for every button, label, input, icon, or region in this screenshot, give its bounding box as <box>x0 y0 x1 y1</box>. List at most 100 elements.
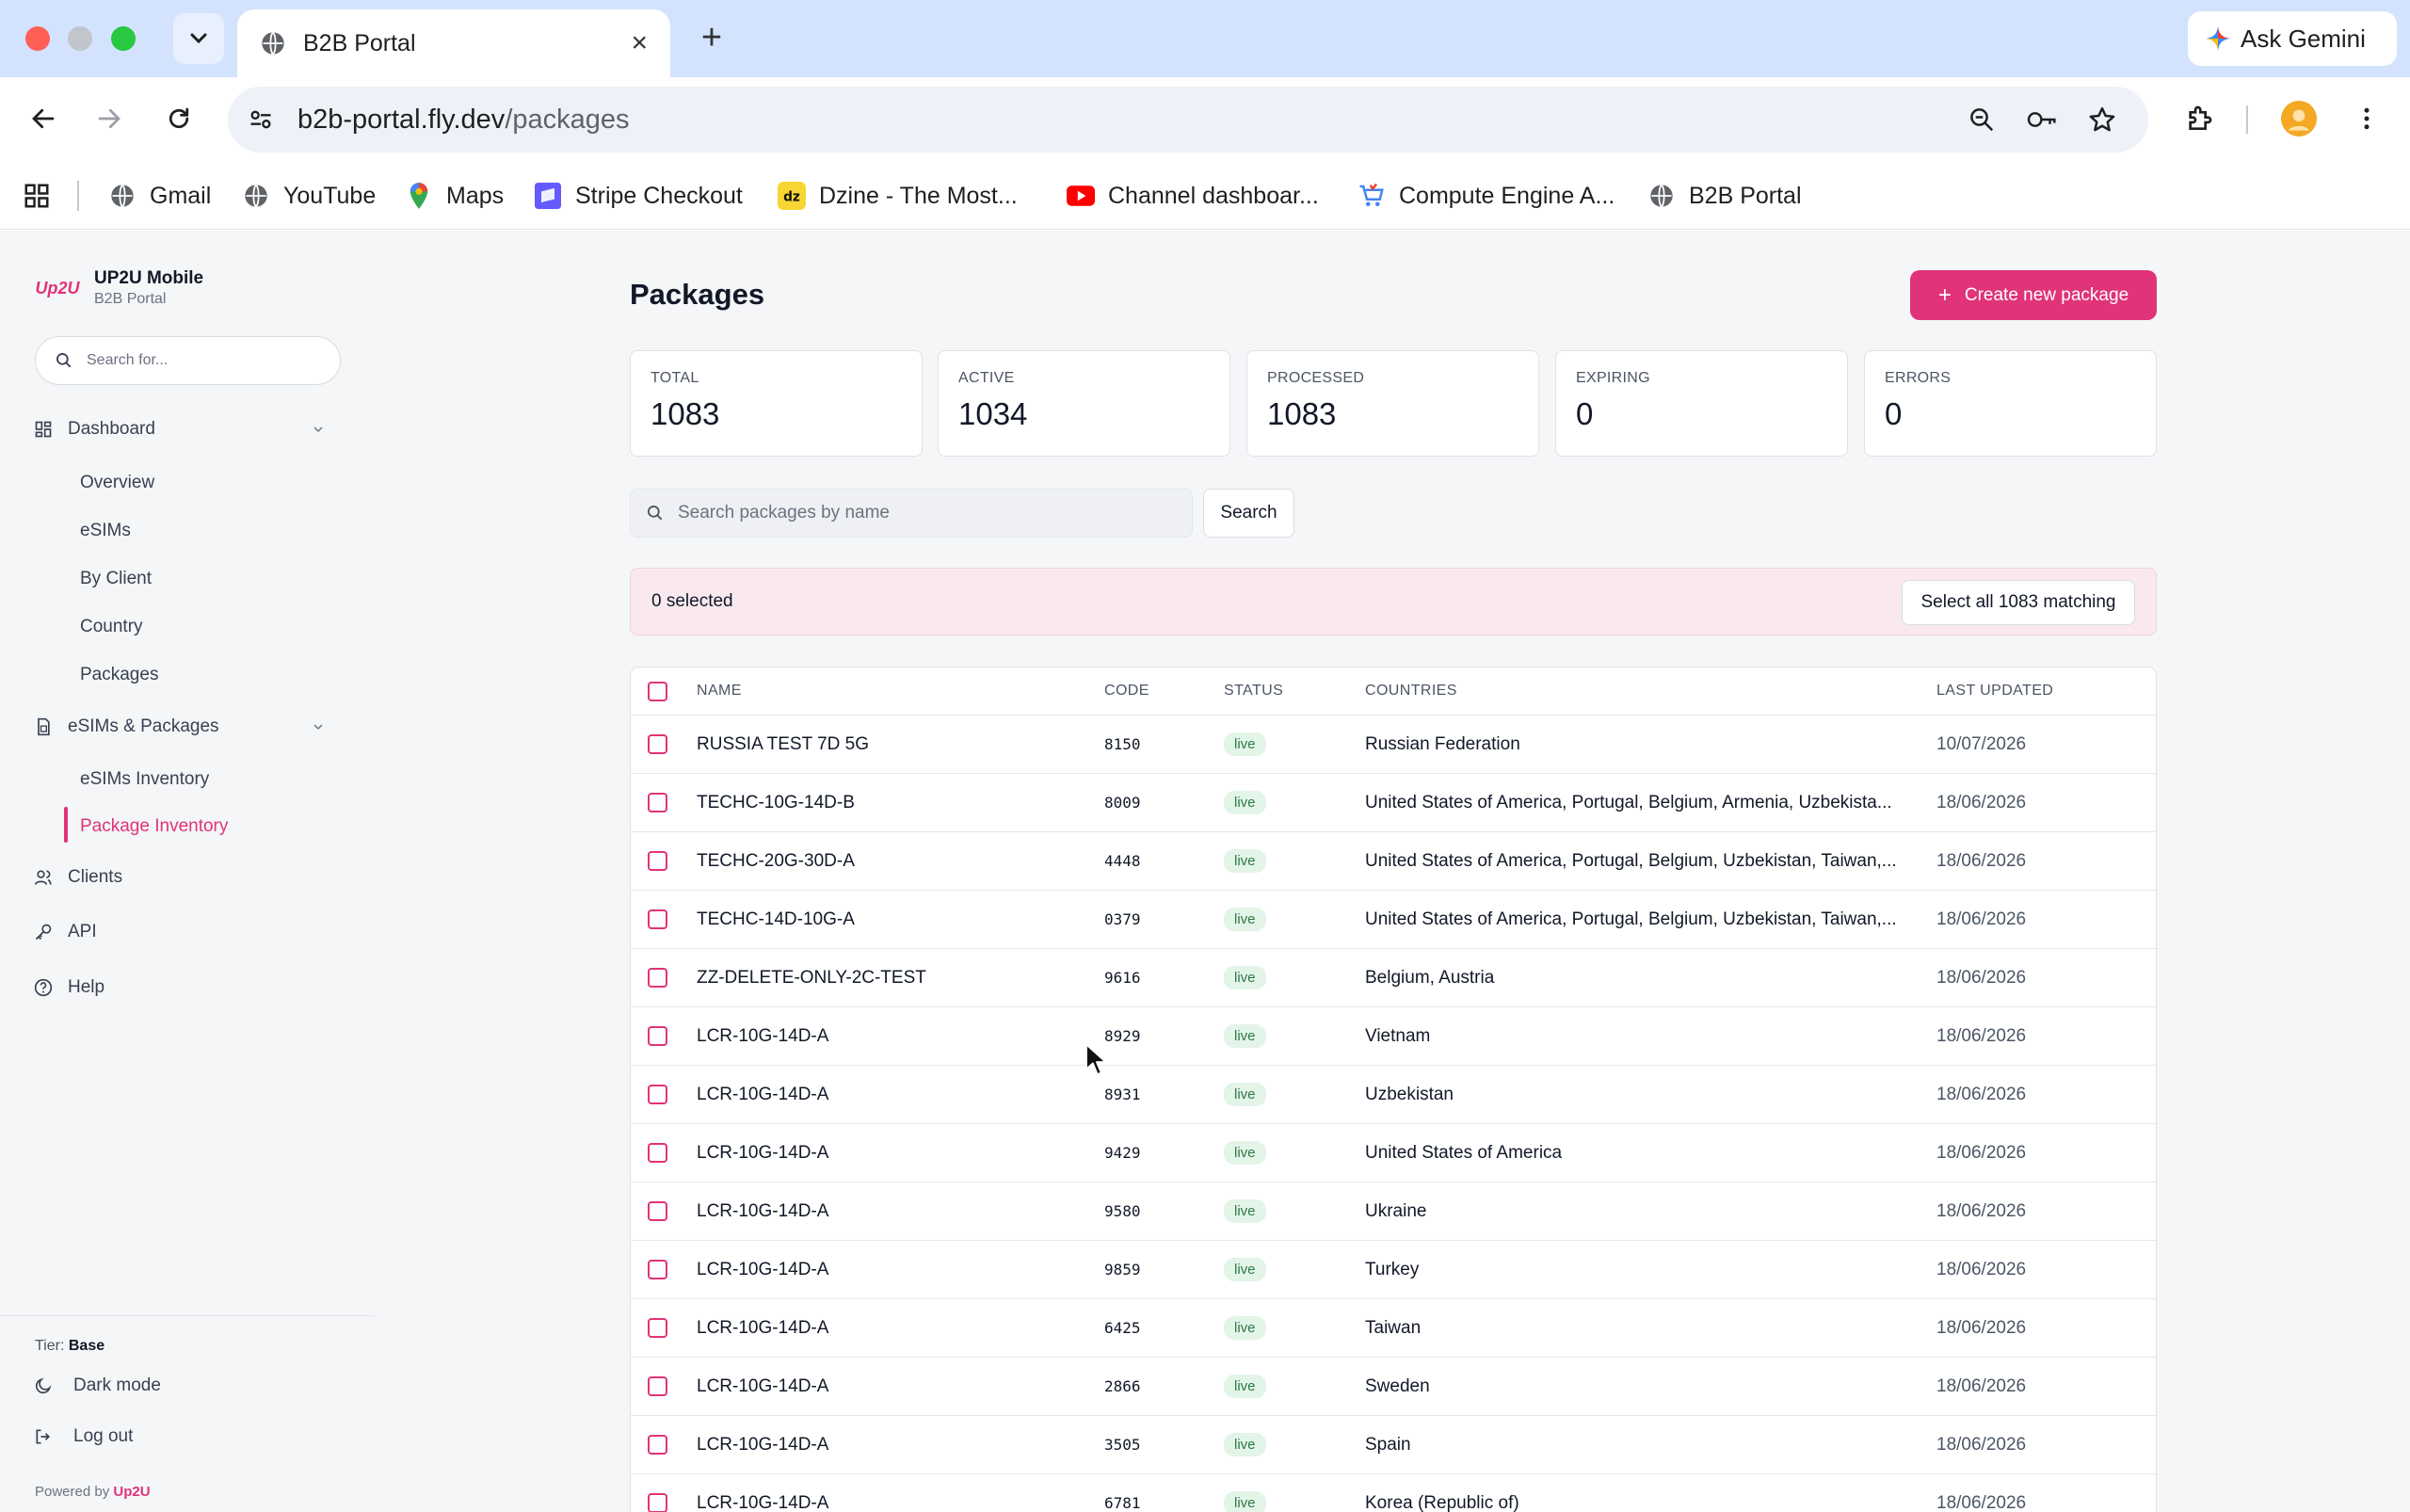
tab-close-icon[interactable]: × <box>631 29 648 57</box>
row-checkbox[interactable] <box>648 832 670 890</box>
column-header-code[interactable]: CODE <box>1104 668 1180 715</box>
profile-avatar[interactable] <box>2278 98 2320 139</box>
countries-cell: Turkey <box>1365 1241 1904 1298</box>
table-row[interactable]: TECHC-14D-10G-A 0379 live United States … <box>631 890 2156 948</box>
table-row[interactable]: LCR-10G-14D-A 3505 live Spain 18/06/2026 <box>631 1415 2156 1473</box>
row-checkbox[interactable] <box>648 1299 670 1357</box>
bookmark-b2b-portal[interactable]: B2B Portal <box>1647 179 1802 213</box>
table-row[interactable]: LCR-10G-14D-A 9859 live Turkey 18/06/202… <box>631 1240 2156 1298</box>
bookmark-star-icon[interactable] <box>2084 102 2120 137</box>
brand[interactable]: Up2U UP2U Mobile B2B Portal <box>34 268 203 308</box>
back-button[interactable] <box>23 98 64 139</box>
window-maximize-button[interactable] <box>111 26 136 51</box>
column-header-last-updated[interactable]: LAST UPDATED <box>1936 668 2125 715</box>
select-all-checkbox[interactable] <box>648 668 670 715</box>
sidebar-item-api[interactable]: API <box>34 922 326 942</box>
package-name: LCR-10G-14D-A <box>697 1434 829 1455</box>
new-tab-button[interactable]: + <box>693 18 731 57</box>
reload-button[interactable] <box>158 98 200 139</box>
table-row[interactable]: LCR-10G-14D-A 2866 live Sweden 18/06/202… <box>631 1357 2156 1415</box>
sidebar-group-dashboard[interactable]: Dashboard <box>34 419 326 440</box>
bookmark-compute-engine[interactable]: Compute Engine A... <box>1358 179 1615 213</box>
bookmarks-divider <box>77 181 79 211</box>
table-row[interactable]: TECHC-20G-30D-A 4448 live United States … <box>631 831 2156 890</box>
status-badge: live <box>1224 1083 1266 1106</box>
create-package-button[interactable]: + Create new package <box>1910 270 2157 320</box>
stat-value: 0 <box>1885 396 1903 431</box>
bookmark-maps[interactable]: Maps <box>405 179 504 213</box>
sidebar-divider <box>0 1315 375 1316</box>
apps-grid-button[interactable] <box>23 179 51 213</box>
row-checkbox[interactable] <box>648 1241 670 1298</box>
sidebar-item-country[interactable]: Country <box>80 617 143 637</box>
extensions-icon[interactable] <box>2178 98 2220 139</box>
browser-menu-icon[interactable] <box>2346 98 2387 139</box>
row-checkbox[interactable] <box>648 1124 670 1182</box>
row-checkbox[interactable] <box>648 1066 670 1123</box>
package-name: ZZ-DELETE-ONLY-2C-TEST <box>697 967 926 988</box>
browser-tab-active[interactable]: B2B Portal × <box>237 9 670 77</box>
package-search-input[interactable]: Search packages by name <box>630 489 1193 538</box>
column-header-countries[interactable]: COUNTRIES <box>1365 668 1904 715</box>
sidebar-item-clients[interactable]: Clients <box>34 867 326 888</box>
zoom-icon[interactable] <box>1964 102 2000 137</box>
bookmark-dzine[interactable]: dz Dzine - The Most... <box>778 179 1018 213</box>
package-countries: United States of America <box>1365 1142 1563 1163</box>
site-settings-icon[interactable] <box>243 102 279 137</box>
row-checkbox[interactable] <box>648 1007 670 1065</box>
row-checkbox[interactable] <box>648 1416 670 1473</box>
bookmark-channel-dashboard[interactable]: Channel dashboar... <box>1067 179 1319 213</box>
package-code: 8009 <box>1104 794 1141 812</box>
sidebar-item-overview[interactable]: Overview <box>80 473 154 493</box>
globe-icon <box>1647 182 1676 210</box>
bookmark-stripe-checkout[interactable]: Stripe Checkout <box>534 179 743 213</box>
table-row[interactable]: TECHC-10G-14D-B 8009 live United States … <box>631 773 2156 831</box>
sidebar-item-help[interactable]: Help <box>34 977 326 998</box>
sidebar-item-package-inventory[interactable]: Package Inventory <box>80 816 228 837</box>
row-checkbox[interactable] <box>648 891 670 948</box>
row-checkbox[interactable] <box>648 1182 670 1240</box>
window-minimize-button[interactable] <box>68 26 92 51</box>
column-header-name[interactable]: NAME <box>697 668 1073 715</box>
sidebar-item-esims[interactable]: eSIMs <box>80 521 131 541</box>
row-checkbox[interactable] <box>648 774 670 831</box>
status-badge: live <box>1224 1141 1266 1165</box>
password-key-icon[interactable] <box>2024 102 2060 137</box>
logout-button[interactable]: Log out <box>34 1426 133 1447</box>
table-row[interactable]: RUSSIA TEST 7D 5G 8150 live Russian Fede… <box>631 715 2156 773</box>
sidebar-item-packages[interactable]: Packages <box>80 665 158 685</box>
dark-mode-toggle[interactable]: Dark mode <box>34 1375 161 1396</box>
row-checkbox[interactable] <box>648 1358 670 1415</box>
search-button[interactable]: Search <box>1203 489 1294 538</box>
sidebar-group-esims-packages[interactable]: eSIMs & Packages <box>34 716 326 737</box>
last-updated: 18/06/2026 <box>1936 967 2027 988</box>
bookmark-youtube[interactable]: YouTube <box>242 179 376 213</box>
table-row[interactable]: ZZ-DELETE-ONLY-2C-TEST 9616 live Belgium… <box>631 948 2156 1006</box>
ask-gemini-button[interactable]: Ask Gemini <box>2188 11 2397 66</box>
column-header-status[interactable]: STATUS <box>1224 668 1337 715</box>
bookmark-gmail[interactable]: Gmail <box>108 179 211 213</box>
stat-card-errors: ERRORS 0 <box>1864 350 2157 457</box>
forward-button[interactable] <box>88 98 130 139</box>
table-row[interactable]: LCR-10G-14D-A 6425 live Taiwan 18/06/202… <box>631 1298 2156 1357</box>
stat-value: 0 <box>1576 396 1594 431</box>
table-row[interactable]: LCR-10G-14D-A 6781 live Korea (Republic … <box>631 1473 2156 1512</box>
select-all-matching-button[interactable]: Select all 1083 matching <box>1902 580 2135 625</box>
sidebar-item-by-client[interactable]: By Client <box>80 569 152 589</box>
package-code: 9429 <box>1104 1144 1141 1162</box>
svg-text:dz: dz <box>783 190 800 205</box>
table-row[interactable]: LCR-10G-14D-A 8929 live Vietnam 18/06/20… <box>631 1006 2156 1065</box>
table-row[interactable]: LCR-10G-14D-A 8931 live Uzbekistan 18/06… <box>631 1065 2156 1123</box>
row-checkbox[interactable] <box>648 716 670 773</box>
table-row[interactable]: LCR-10G-14D-A 9580 live Ukraine 18/06/20… <box>631 1182 2156 1240</box>
row-checkbox[interactable] <box>648 1474 670 1512</box>
row-checkbox[interactable] <box>648 949 670 1006</box>
window-close-button[interactable] <box>25 26 50 51</box>
tab-search-button[interactable] <box>173 13 224 64</box>
address-bar[interactable]: b2b-portal.fly.dev/packages <box>228 87 2148 153</box>
countries-cell: Ukraine <box>1365 1182 1904 1240</box>
sidebar-item-esims-inventory[interactable]: eSIMs Inventory <box>80 769 209 790</box>
sidebar-search-input[interactable]: Search for... <box>35 336 341 385</box>
package-name: RUSSIA TEST 7D 5G <box>697 733 870 754</box>
table-row[interactable]: LCR-10G-14D-A 9429 live United States of… <box>631 1123 2156 1182</box>
